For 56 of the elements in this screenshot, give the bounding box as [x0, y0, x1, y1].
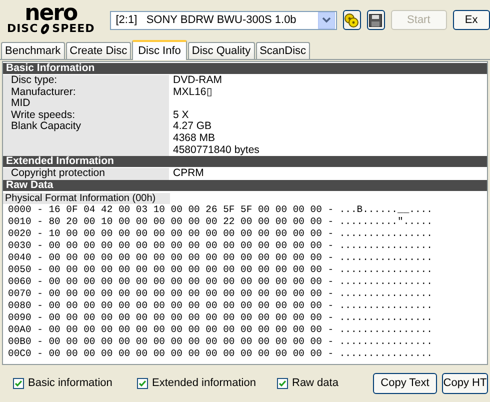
field-label: Copyright protection [3, 168, 169, 180]
field-value: CPRM [173, 168, 204, 180]
checkmark-icon [279, 380, 286, 386]
logo-text: SPEED [52, 23, 95, 35]
field-label: Write speeds: [3, 110, 169, 122]
discs-icon [344, 12, 360, 28]
checkbox-label: Basic information [28, 377, 112, 389]
checkbox[interactable] [137, 378, 148, 388]
field-value: MXL16▯ [173, 86, 212, 98]
hex-dump-line: 0090 - 00 00 00 00 00 00 00 00 00 00 00 00 00 00 00 00 - ................ [7, 312, 434, 324]
field-value: 4.27 GB [173, 121, 213, 133]
hex-dump-line: 0020 - 10 00 00 00 00 00 00 00 00 00 00 00 00 00 00 00 - ................ [7, 228, 434, 240]
swap-discs-button[interactable] [342, 10, 361, 30]
checkbox-label: Raw data [292, 377, 338, 389]
save-button[interactable] [366, 10, 385, 30]
checkmark-icon [15, 380, 22, 386]
logo-text: nero [24, 5, 78, 23]
hex-dump-line: 0010 - 80 20 00 10 00 00 00 00 00 00 22 00 00 00 00 00 - .........."..... [7, 216, 434, 228]
section-header: Raw Data [3, 180, 487, 191]
raw-data-caption: Physical Format Information (00h) [3, 192, 170, 204]
field-value: 4580771840 bytes [173, 144, 260, 156]
tab[interactable]: Disc Info [132, 40, 187, 60]
chevron-down-icon [322, 17, 331, 23]
checkbox-label: Extended information [152, 377, 256, 389]
hex-dump-line: 00C0 - 00 00 00 00 00 00 00 00 00 00 00 00 00 00 00 00 - ................ [7, 348, 434, 360]
field-label: Blank Capacity [3, 121, 169, 156]
field-value: 4368 MB [173, 132, 216, 145]
checkbox[interactable] [13, 378, 24, 388]
drive-dropdown[interactable]: [2:1] SONY BDRW BWU-300S 1.0b [110, 10, 337, 30]
hex-dump-line: 00B0 - 00 00 00 00 00 00 00 00 00 00 00 00 00 00 00 00 - ................ [7, 336, 434, 348]
copy-html-button[interactable]: Copy HT [442, 372, 488, 394]
hex-dump-line: 0070 - 00 00 00 00 00 00 00 00 00 00 00 00 00 00 00 00 - ................ [7, 288, 434, 300]
tab[interactable]: Create Disc [66, 42, 132, 59]
hex-dump-line: 0000 - 16 0F 04 42 00 03 10 00 00 26 5F 5F 00 00 00 00 - ...B......__.... [7, 204, 434, 216]
logo-text: DISC [6, 23, 38, 35]
section-header: Extended Information [3, 156, 487, 168]
hex-dump-line: 00A0 - 00 00 00 00 00 00 00 00 00 00 00 00 00 00 00 00 - ................ [7, 324, 434, 336]
tab[interactable]: ScanDisc [256, 42, 310, 59]
hex-dump-line: 0080 - 00 00 00 00 00 00 00 00 00 00 00 00 00 00 00 00 - ................ [7, 300, 434, 312]
checkmark-icon [139, 380, 146, 386]
tab[interactable]: Benchmark [1, 42, 65, 59]
section-header: Basic Information [3, 63, 487, 74]
field-value: 5 X [173, 110, 189, 122]
checkbox[interactable] [277, 378, 288, 388]
hex-dump-line: 0060 - 00 00 00 00 00 00 00 00 00 00 00 00 00 00 00 00 - ................ [7, 276, 434, 288]
tab[interactable]: Disc Quality [188, 42, 255, 59]
field-label: Disc type: [3, 75, 169, 87]
disc-logo-icon [39, 23, 52, 35]
field-label: Manufacturer: [3, 86, 169, 98]
hex-dump-line: 0040 - 00 00 00 00 00 00 00 00 00 00 00 00 00 00 00 00 - ................ [7, 252, 434, 264]
hex-dump-line: 0050 - 00 00 00 00 00 00 00 00 00 00 00 00 00 00 00 00 - ................ [7, 264, 434, 276]
field-label: MID [3, 98, 169, 110]
field-value: DVD-RAM [173, 75, 222, 87]
hex-dump-line: 0030 - 00 00 00 00 00 00 00 00 00 00 00 00 00 00 00 00 - ................ [7, 240, 434, 252]
copy-text-button[interactable]: Copy Text [373, 372, 437, 394]
exit-button[interactable]: Ex [452, 10, 490, 30]
